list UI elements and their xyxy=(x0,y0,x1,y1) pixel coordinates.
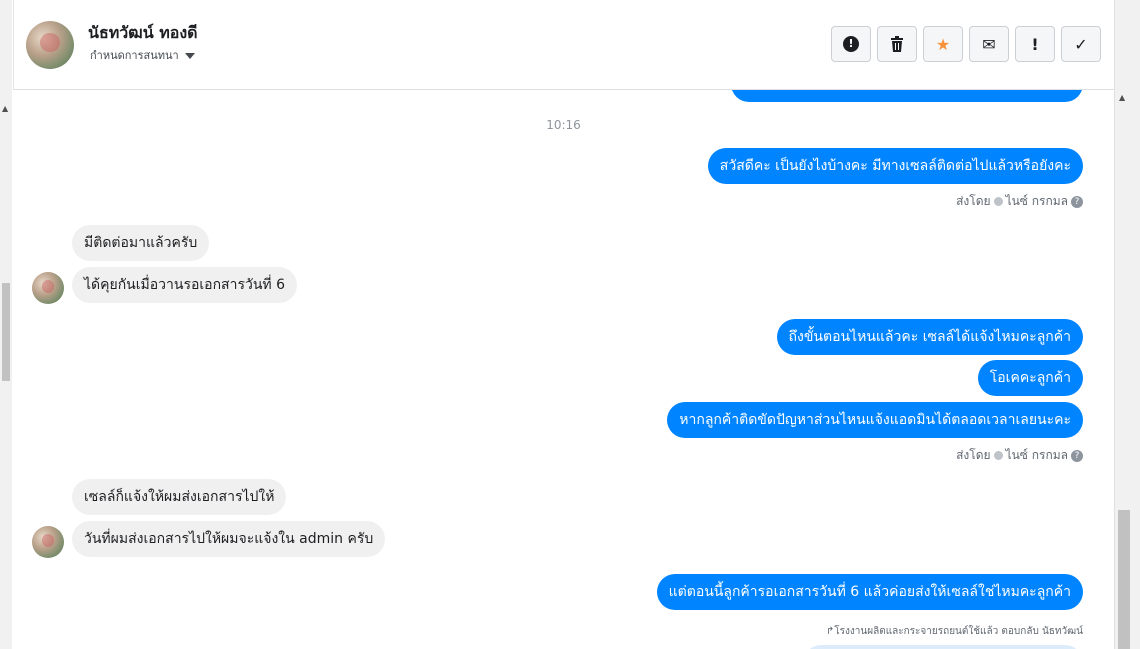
outgoing-message[interactable]: โอเคคะลูกค้า xyxy=(977,360,1083,396)
avatar xyxy=(32,526,64,558)
incoming-message[interactable]: เซลล์ก็แจ้งให้ผมส่งเอกสารไปให้ xyxy=(72,479,287,515)
sent-by-prefix: ส่งโดย xyxy=(956,448,991,462)
trash-icon xyxy=(891,36,903,52)
mark-unread-button[interactable]: ✉ xyxy=(969,26,1009,62)
caret-down-icon xyxy=(184,53,195,59)
incoming-message[interactable]: วันที่ผมส่งเอกสารไปให้ผมจะแจ้งใน admin ค… xyxy=(72,521,386,557)
alert-circle-icon: ! xyxy=(843,36,859,52)
header-actions: ! ★ ✉ ! ✓ xyxy=(831,26,1101,62)
partial-reply-bubble xyxy=(803,645,1083,649)
right-scroll-thumb[interactable] xyxy=(1118,510,1130,649)
done-button[interactable]: ✓ xyxy=(1061,26,1101,62)
star-button[interactable]: ★ xyxy=(923,26,963,62)
outgoing-message[interactable]: แต่ตอนนี้ลูกค้ารอเอกสารวันที่ 6 แล้วค่อย… xyxy=(656,574,1083,610)
spam-button[interactable]: ! xyxy=(1015,26,1055,62)
outgoing-message[interactable]: สวัสดีคะ เป็นยังไงบ้างคะ มีทางเซลล์ติดต่… xyxy=(707,148,1083,184)
star-icon: ★ xyxy=(935,34,951,54)
avatar[interactable] xyxy=(26,21,74,69)
conversation-settings-dropdown[interactable]: กำหนดการสนทนา xyxy=(90,46,195,64)
alert-button[interactable]: ! xyxy=(831,26,871,62)
verified-dot-icon xyxy=(993,197,1003,206)
checkmark-icon: ✓ xyxy=(1074,34,1088,54)
scroll-up-arrow-icon[interactable]: ▲ xyxy=(1119,93,1125,102)
verified-dot-icon xyxy=(993,451,1003,460)
help-icon[interactable]: ? xyxy=(1071,195,1083,208)
partial-outgoing-bubble xyxy=(731,90,1083,102)
incoming-message[interactable]: มีติดต่อมาแล้วครับ xyxy=(72,225,210,261)
exclamation-icon: ! xyxy=(1031,34,1039,54)
sender-name[interactable]: ไนซ์ กรกมล xyxy=(1006,194,1068,208)
sent-by-info: ส่งโดย ไนซ์ กรกมล? xyxy=(956,446,1083,465)
left-scrollbar[interactable]: ▲ xyxy=(0,0,12,649)
envelope-icon: ✉ xyxy=(982,34,996,54)
scroll-up-arrow-icon[interactable]: ▲ xyxy=(2,104,8,113)
sent-by-info: ส่งโดย ไนซ์ กรกมล? xyxy=(956,192,1083,211)
conversation-settings-label: กำหนดการสนทนา xyxy=(90,49,179,62)
help-icon[interactable]: ? xyxy=(1071,449,1083,462)
sender-name[interactable]: ไนซ์ กรกมล xyxy=(1006,448,1068,462)
reply-arrow-icon: ↱ xyxy=(825,626,835,637)
right-scrollbar[interactable]: ▲ xyxy=(1114,0,1140,649)
reply-note-text: โรงงานผลิตและกระจายรถยนต์ใช้แล้ว ตอบกลับ… xyxy=(834,626,1083,637)
conversation-header: นัธทวัฒน์ ทองดี กำหนดการสนทนา ! ★ ✉ ! ✓ xyxy=(13,0,1115,90)
reply-note: ↱โรงงานผลิตและกระจายรถยนต์ใช้แล้ว ตอบกลั… xyxy=(826,624,1083,639)
avatar xyxy=(32,272,64,304)
outgoing-message[interactable]: ถึงขั้นตอนไหนแล้วคะ เซลล์ได้แจ้งไหมคะลูก… xyxy=(776,319,1083,355)
incoming-message[interactable]: ได้คุยกันเมื่อวานรอเอกสารวันที่ 6 xyxy=(72,267,298,303)
left-scroll-thumb[interactable] xyxy=(2,283,10,381)
delete-button[interactable] xyxy=(877,26,917,62)
contact-name[interactable]: นัธทวัฒน์ ทองดี xyxy=(88,21,198,46)
outgoing-message[interactable]: หากลูกค้าติดขัดปัญหาส่วนไหนแจ้งแอดมินได้… xyxy=(667,402,1083,438)
sent-by-prefix: ส่งโดย xyxy=(956,194,991,208)
message-thread[interactable]: 10:16 สวัสดีคะ เป็นยังไงบ้างคะ มีทางเซลล… xyxy=(13,90,1114,649)
message-timestamp: 10:16 xyxy=(546,118,581,132)
